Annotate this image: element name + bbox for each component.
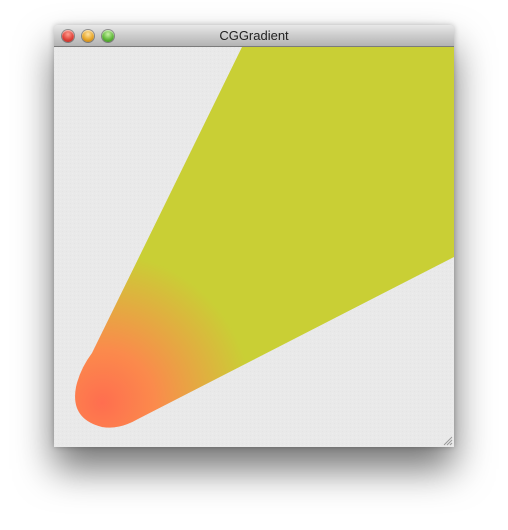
resize-grip-icon[interactable]	[441, 434, 453, 446]
gradient-drawing	[54, 47, 454, 447]
desktop: CGGradient	[0, 0, 508, 530]
gradient-canvas	[54, 47, 454, 447]
app-window: CGGradient	[54, 25, 454, 447]
window-title: CGGradient	[219, 28, 289, 43]
title-bar[interactable]: CGGradient	[54, 25, 454, 47]
